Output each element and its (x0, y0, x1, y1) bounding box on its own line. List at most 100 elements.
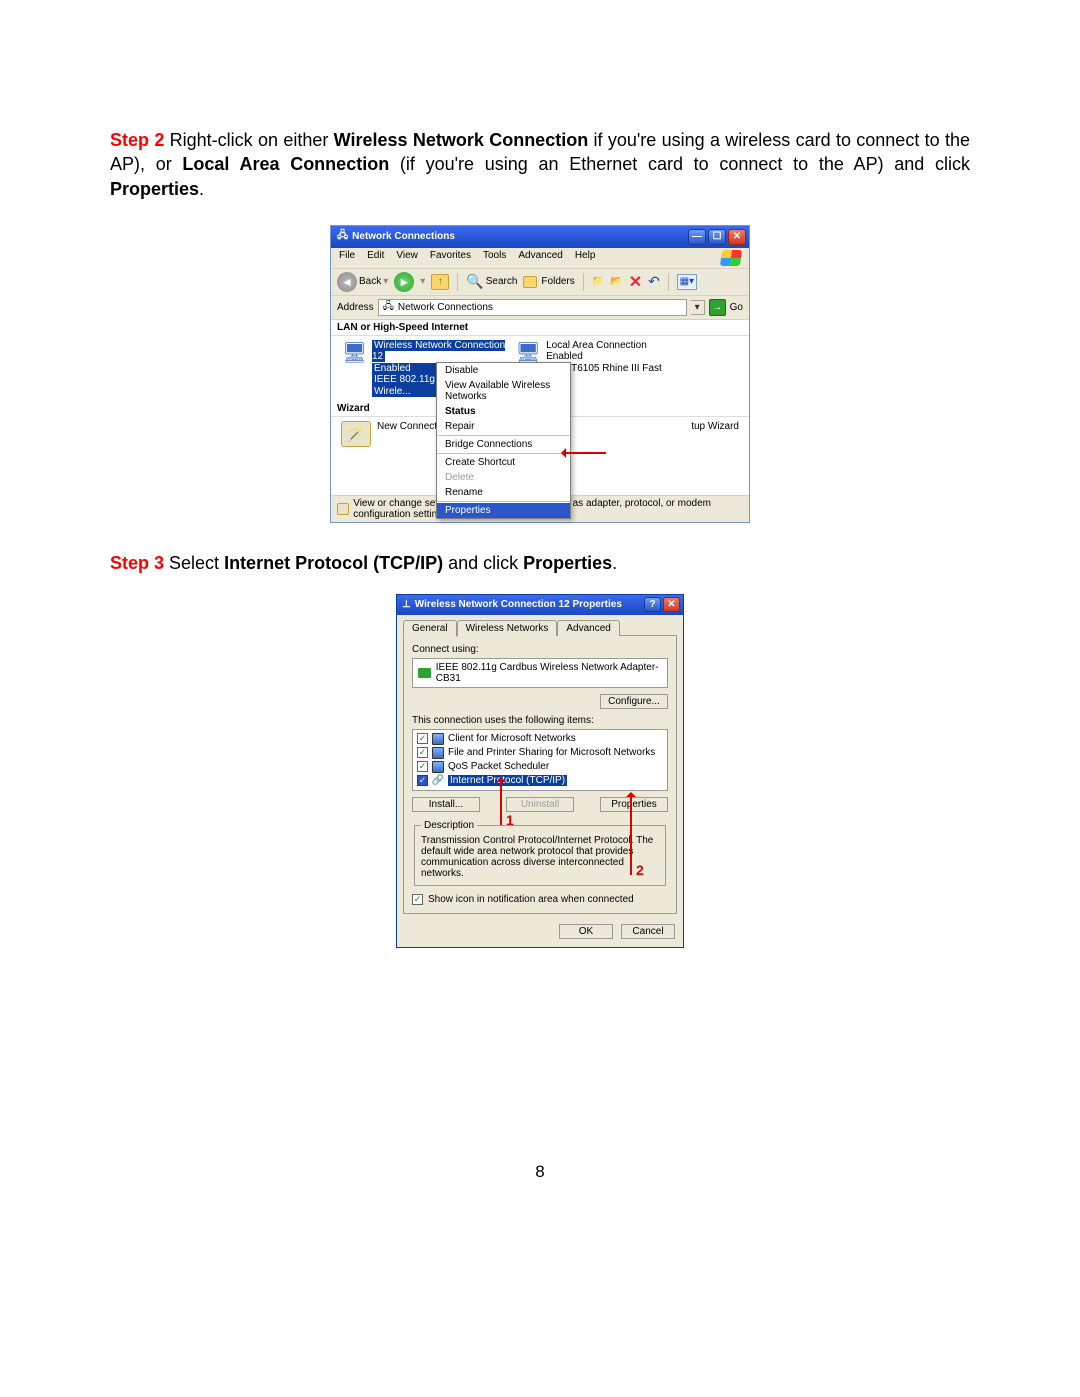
item-client[interactable]: ✓ Client for Microsoft Networks (415, 732, 665, 746)
address-label: Address (337, 302, 374, 313)
ctx-properties[interactable]: Properties (437, 503, 570, 518)
undo-icon[interactable]: ↶ (648, 273, 660, 290)
items-listbox[interactable]: ✓ Client for Microsoft Networks ✓ File a… (412, 729, 668, 791)
back-button[interactable]: ◄Back▾ (337, 272, 388, 292)
annotation-arrow-1: 1 (500, 780, 502, 825)
address-icon: 🖧 (383, 299, 394, 316)
tab-wireless-networks[interactable]: Wireless Networks (457, 620, 558, 636)
step2-paragraph: Step 2 Right-click on either Wireless Ne… (110, 128, 970, 201)
ctx-rename[interactable]: Rename (437, 485, 570, 500)
ctx-repair[interactable]: Repair (437, 419, 570, 434)
properties-dialog: ⊥ Wireless Network Connection 12 Propert… (396, 594, 684, 948)
address-value: Network Connections (398, 302, 493, 313)
category-lan: LAN or High-Speed Internet (331, 320, 749, 336)
cancel-button[interactable]: Cancel (621, 924, 675, 939)
properties-button[interactable]: Properties (600, 797, 668, 812)
menu-edit[interactable]: Edit (367, 250, 384, 266)
folders-icon (523, 276, 537, 288)
ctx-disable[interactable]: Disable (437, 363, 570, 378)
client-icon (432, 733, 444, 745)
tcpip-label: Internet Protocol (TCP/IP) (448, 775, 567, 786)
show-icon-checkbox[interactable]: ✓ (412, 894, 423, 905)
dialog-close-button[interactable]: ✕ (663, 597, 680, 612)
step3-label: Step 3 (110, 553, 164, 573)
step2-label: Step 2 (110, 130, 164, 150)
ok-button[interactable]: OK (559, 924, 613, 939)
menu-favorites[interactable]: Favorites (430, 250, 471, 266)
menu-tools[interactable]: Tools (483, 250, 506, 266)
connect-using-label: Connect using: (412, 644, 668, 655)
item-file-printer[interactable]: ✓ File and Printer Sharing for Microsoft… (415, 746, 665, 760)
ctx-shortcut[interactable]: Create Shortcut (437, 455, 570, 470)
ctx-bridge[interactable]: Bridge Connections (437, 437, 570, 452)
item-tcpip[interactable]: ✓ 🔗 Internet Protocol (TCP/IP) (415, 774, 665, 788)
help-button[interactable]: ? (644, 597, 661, 612)
checkbox-icon[interactable]: ✓ (417, 747, 428, 758)
folders-button[interactable]: Folders (523, 276, 574, 288)
go-button[interactable]: → (709, 299, 726, 316)
forward-button[interactable]: ► (394, 272, 414, 292)
menu-help[interactable]: Help (575, 250, 596, 266)
tabbar: General Wireless Networks Advanced (397, 615, 683, 635)
menu-view[interactable]: View (396, 250, 418, 266)
adapter-field: IEEE 802.11g Cardbus Wireless Network Ad… (412, 658, 668, 688)
description-box: Description Transmission Control Protoco… (414, 820, 666, 886)
page-number: 8 (0, 1162, 1080, 1182)
close-button[interactable]: ✕ (728, 229, 746, 245)
wizard-label-right[interactable]: tup Wizard (691, 421, 739, 432)
menu-advanced[interactable]: Advanced (518, 250, 562, 266)
wireless-connection-item[interactable]: 🖥 Wireless Network Connection 12 Enabled… (341, 340, 506, 398)
service-icon (432, 747, 444, 759)
tab-general[interactable]: General (403, 620, 457, 637)
search-icon: 🔍 (466, 273, 483, 290)
description-text: Transmission Control Protocol/Internet P… (421, 835, 659, 879)
address-dropdown[interactable]: ▾ (691, 300, 705, 315)
wireless-title: Wireless Network Connection 12 (372, 340, 505, 363)
lan-title: Local Area Connection (546, 340, 647, 351)
ctx-delete: Delete (437, 470, 570, 485)
wizard-icon: 🪄 (341, 421, 371, 447)
annotation-arrow-2: 2 (630, 795, 632, 875)
red-arrow-annotation (564, 452, 606, 454)
ctx-status[interactable]: Status (437, 404, 570, 419)
dialog-title: Wireless Network Connection 12 Propertie… (415, 599, 622, 610)
item-qos[interactable]: ✓ QoS Packet Scheduler (415, 760, 665, 774)
ctx-view-networks[interactable]: View Available Wireless Networks (437, 378, 570, 404)
views-button[interactable]: ▦▾ (677, 274, 697, 290)
move-to-icon[interactable]: 📁 (592, 276, 604, 287)
uninstall-button: Uninstall (506, 797, 574, 812)
adapter-name: IEEE 802.11g Cardbus Wireless Network Ad… (436, 662, 662, 684)
install-button[interactable]: Install... (412, 797, 480, 812)
protocol-icon: 🔗 (432, 775, 444, 787)
menu-file[interactable]: File (339, 250, 355, 266)
step3-paragraph: Step 3 Select Internet Protocol (TCP/IP)… (110, 551, 970, 575)
windows-flag-icon (720, 250, 742, 266)
checkbox-icon[interactable]: ✓ (417, 775, 428, 786)
search-button[interactable]: 🔍Search (466, 273, 517, 290)
titlebar: 🖧 Network Connections — ☐ ✕ (331, 226, 749, 248)
checkbox-icon[interactable]: ✓ (417, 733, 428, 744)
description-legend: Description (421, 820, 477, 831)
wizard-label-left[interactable]: New Connecti (377, 421, 439, 432)
minimize-button[interactable]: — (688, 229, 706, 245)
copy-to-icon[interactable]: 📂 (610, 276, 622, 287)
maximize-button[interactable]: ☐ (708, 229, 726, 245)
statusbar-icon (337, 503, 349, 515)
delete-icon[interactable]: ✕ (629, 272, 642, 292)
items-label: This connection uses the following items… (412, 715, 668, 726)
tab-advanced[interactable]: Advanced (557, 620, 619, 636)
go-label: Go (730, 302, 743, 313)
address-bar: Address 🖧 Network Connections ▾ → Go (331, 296, 749, 320)
checkbox-icon[interactable]: ✓ (417, 761, 428, 772)
lan-status: Enabled (546, 351, 583, 362)
service-icon (432, 761, 444, 773)
up-button[interactable] (431, 274, 449, 290)
dialog-titlebar: ⊥ Wireless Network Connection 12 Propert… (397, 595, 683, 615)
window-icon: 🖧 (337, 228, 348, 245)
nic-icon (418, 668, 431, 678)
toolbar: ◄Back▾ ► ▾ 🔍Search Folders 📁 📂 ✕ ↶ ▦▾ (331, 269, 749, 296)
show-icon-label: Show icon in notification area when conn… (428, 894, 634, 905)
network-connections-window: 🖧 Network Connections — ☐ ✕ File Edit Vi… (330, 225, 750, 524)
address-input[interactable]: 🖧 Network Connections (378, 299, 687, 316)
configure-button[interactable]: Configure... (600, 694, 668, 709)
